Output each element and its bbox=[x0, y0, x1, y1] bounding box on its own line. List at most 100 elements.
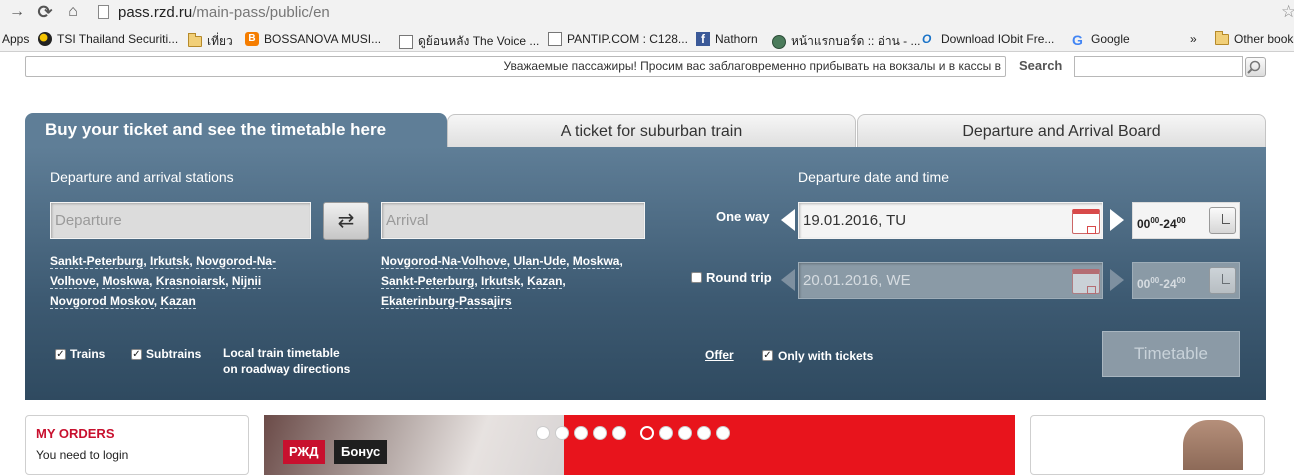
local-timetable-link-line1[interactable]: Local train timetable bbox=[223, 346, 340, 360]
overflow-chevron-icon: » bbox=[1190, 32, 1197, 46]
swap-stations-button[interactable]: ⇄ bbox=[323, 202, 369, 240]
local-timetable-link-line2[interactable]: on roadway directions bbox=[223, 362, 350, 376]
bookmark-google[interactable]: G Google bbox=[1072, 32, 1130, 48]
bookmark-label: Other book bbox=[1234, 32, 1294, 46]
page-icon bbox=[548, 32, 562, 46]
next-date-arrow-icon[interactable] bbox=[1110, 209, 1124, 231]
subtrains-label: Subtrains bbox=[146, 347, 202, 361]
bookmark-label: Apps bbox=[2, 32, 30, 46]
only-tickets-checkbox[interactable]: ✓ bbox=[762, 350, 773, 361]
rzd-logo: РЖД bbox=[283, 440, 325, 464]
station-link[interactable]: Sankt-Peterburg bbox=[381, 274, 475, 289]
return-time-range-field[interactable]: 0000-2400 bbox=[1132, 262, 1240, 299]
station-link[interactable]: Krasnoiarsk bbox=[155, 274, 226, 289]
bookmark-label: Google bbox=[1091, 32, 1130, 46]
bonus-label: Бонус bbox=[334, 440, 388, 464]
page-icon bbox=[399, 34, 413, 49]
news-ticker: Уважаемые пассажиры! Просим вас заблагов… bbox=[25, 56, 1006, 77]
round-trip-checkbox[interactable] bbox=[691, 272, 702, 283]
departure-suggestions: Sankt-Peterburg, Irkutsk, Novgorod-Na-Vo… bbox=[50, 254, 277, 309]
station-link[interactable]: Irkutsk bbox=[150, 254, 190, 269]
carousel-dot[interactable] bbox=[612, 426, 626, 440]
bookmark-label: หน้าแรกบอร์ด :: อ่าน - ... bbox=[791, 34, 921, 48]
station-link[interactable]: Kazan bbox=[527, 274, 563, 289]
bookmark-label: TSI Thailand Securiti... bbox=[57, 32, 179, 46]
timetable-button[interactable]: Timetable bbox=[1102, 331, 1240, 377]
carousel-dot[interactable] bbox=[536, 426, 550, 440]
departure-input[interactable]: Departure bbox=[50, 202, 311, 239]
bookmark-pantip[interactable]: PANTIP.COM : C128... bbox=[548, 32, 688, 46]
search-label: Search bbox=[1019, 58, 1063, 73]
carousel-dot[interactable] bbox=[716, 426, 730, 440]
carousel-dot[interactable] bbox=[678, 426, 692, 440]
one-way-date-input[interactable]: 19.01.2016, TU bbox=[798, 202, 1103, 239]
bookmark-iobit[interactable]: O Download IObit Fre... bbox=[922, 32, 1054, 46]
search-button[interactable] bbox=[1245, 57, 1266, 77]
trains-checkbox[interactable]: ✓ bbox=[55, 349, 66, 360]
login-prompt[interactable]: You need to login bbox=[36, 448, 128, 462]
bookmark-the-voice[interactable]: ดูย้อนหลัง The Voice ... bbox=[399, 32, 539, 51]
home-icon[interactable]: ⌂ bbox=[64, 3, 82, 21]
tab-buy-ticket[interactable]: Buy your ticket and see the timetable he… bbox=[25, 113, 447, 148]
time-from-minutes: 00 bbox=[1150, 216, 1160, 225]
carousel-dot-active[interactable] bbox=[640, 426, 654, 440]
carousel-dot[interactable] bbox=[593, 426, 607, 440]
bookmarks-bar: Apps TSI Thailand Securiti... เที่ยว B BO… bbox=[0, 27, 1294, 52]
bookmark-star-icon[interactable]: ☆ bbox=[1281, 2, 1294, 22]
bookmark-label: PANTIP.COM : C128... bbox=[567, 32, 688, 46]
time-from-minutes: 00 bbox=[1150, 276, 1160, 285]
bookmark-board[interactable]: หน้าแรกบอร์ด :: อ่าน - ... bbox=[772, 32, 921, 51]
address-bar[interactable]: pass.rzd.ru/main-pass/public/en bbox=[118, 4, 330, 21]
subtrains-checkbox[interactable]: ✓ bbox=[131, 349, 142, 360]
arrival-suggestions: Novgorod-Na-Volhove, Ulan-Ude, Moskwa, S… bbox=[381, 254, 623, 309]
bookmark-other[interactable]: Other book bbox=[1215, 30, 1294, 46]
round-trip-date-input[interactable]: 20.01.2016, WE bbox=[798, 262, 1103, 299]
tab-board[interactable]: Departure and Arrival Board bbox=[857, 114, 1266, 148]
time-to-minutes: 00 bbox=[1176, 276, 1186, 285]
prev-return-date-arrow-icon bbox=[781, 269, 795, 291]
carousel-dot[interactable] bbox=[659, 426, 673, 440]
tsi-icon bbox=[38, 32, 52, 46]
calendar-icon[interactable] bbox=[1072, 209, 1100, 234]
bookmarks-overflow-button[interactable]: » bbox=[1190, 32, 1197, 46]
carousel-dot[interactable] bbox=[697, 426, 711, 440]
station-link[interactable]: Irkutsk bbox=[481, 274, 521, 289]
back-arrow-icon[interactable]: → bbox=[8, 3, 26, 21]
bookmark-label: Nathorn bbox=[715, 32, 758, 46]
bookmark-folder-thai[interactable]: เที่ยว bbox=[188, 32, 233, 51]
time-from: 00 bbox=[1137, 277, 1151, 291]
blogger-icon: B bbox=[245, 32, 259, 46]
arrival-input[interactable]: Arrival bbox=[381, 202, 645, 239]
station-link[interactable]: Novgorod-Na-Volhove bbox=[381, 254, 507, 269]
bookmark-tsi[interactable]: TSI Thailand Securiti... bbox=[38, 32, 178, 46]
bookmark-nathorn[interactable]: f Nathorn bbox=[696, 32, 758, 46]
time-to: 24 bbox=[1163, 277, 1177, 291]
station-link[interactable]: Moskwa bbox=[572, 254, 620, 269]
clock-icon[interactable] bbox=[1209, 207, 1236, 234]
station-link[interactable]: Ekaterinburg-Passajirs bbox=[381, 294, 512, 309]
my-orders-box bbox=[25, 415, 249, 475]
bookmark-apps[interactable]: Apps bbox=[2, 32, 29, 46]
prev-date-arrow-icon[interactable] bbox=[781, 209, 795, 231]
carousel-dot[interactable] bbox=[574, 426, 588, 440]
time-range-field[interactable]: 0000-2400 bbox=[1132, 202, 1240, 239]
search-input[interactable] bbox=[1074, 56, 1243, 77]
bookmark-label: ดูย้อนหลัง The Voice ... bbox=[418, 34, 540, 48]
station-link[interactable]: Sankt-Peterburg bbox=[50, 254, 144, 269]
stations-heading: Departure and arrival stations bbox=[50, 169, 234, 185]
offer-link[interactable]: Offer bbox=[705, 348, 734, 362]
globe-icon bbox=[772, 34, 786, 49]
round-trip-label: Round trip bbox=[706, 270, 772, 285]
search-icon bbox=[1247, 60, 1261, 74]
station-link[interactable]: Moskwa bbox=[102, 274, 150, 289]
bookmark-bossanova[interactable]: B BOSSANOVA MUSI... bbox=[245, 32, 381, 46]
carousel-dot[interactable] bbox=[555, 426, 569, 440]
my-orders-title: MY ORDERS bbox=[36, 426, 115, 441]
google-icon: G bbox=[1072, 32, 1083, 48]
station-link[interactable]: Ulan-Ude bbox=[513, 254, 567, 269]
folder-icon bbox=[188, 33, 202, 47]
tab-suburban[interactable]: A ticket for suburban train bbox=[447, 114, 856, 148]
station-link[interactable]: Kazan bbox=[160, 294, 196, 309]
reload-icon[interactable]: ⟳ bbox=[36, 3, 54, 21]
swap-arrows-icon: ⇄ bbox=[337, 210, 355, 232]
